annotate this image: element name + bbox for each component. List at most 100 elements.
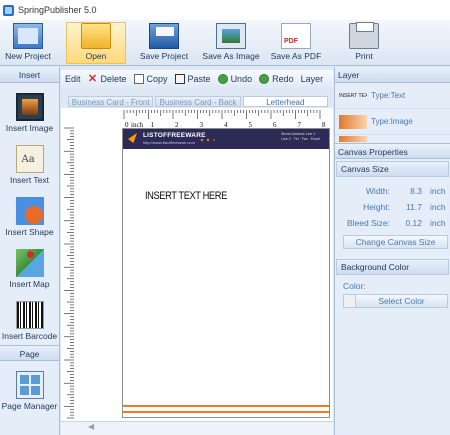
save-as-pdf-button[interactable]: Save As PDF <box>268 22 324 64</box>
layer-thumbnail: INSERT TEXT HERE <box>339 92 367 99</box>
layer-type-label: Type:Image <box>371 117 413 126</box>
bleed-unit: inch <box>430 218 446 228</box>
pdf-icon <box>281 23 311 49</box>
shape-icon <box>15 197 44 225</box>
folder-icon <box>81 23 111 49</box>
insert-text-button[interactable]: Insert Text <box>0 135 59 187</box>
contact-block: Street Address Line 1 · Line 2 · Tel · F… <box>281 132 320 141</box>
layer-item-partial[interactable] <box>335 135 450 143</box>
select-color-label: Select Color <box>378 296 425 306</box>
copy-icon <box>133 74 144 84</box>
horizontal-scrollbar[interactable]: ◀ <box>61 421 333 435</box>
paste-button[interactable]: Paste <box>174 74 211 84</box>
edit-toolbar: Edit ✕ Delete Copy Paste Undo Redo Layer <box>61 70 333 88</box>
canvas-size-section: Canvas Size <box>336 161 449 177</box>
print-button[interactable]: Print <box>334 22 394 64</box>
insert-text-label: Insert Text <box>9 175 50 185</box>
save-project-label: Save Project <box>139 51 189 61</box>
open-button[interactable]: Open <box>66 22 126 64</box>
layer-item-image[interactable]: Type:Image <box>335 109 450 135</box>
insert-map-label: Insert Map <box>9 279 50 289</box>
brand-name: LISTOFFREEWARE <box>143 132 206 139</box>
vertical-ruler <box>62 110 74 420</box>
image-icon <box>216 23 246 49</box>
height-unit: inch <box>430 202 446 212</box>
save-as-image-label: Save As Image <box>202 51 260 61</box>
bleed-label: Bleed Size: <box>347 218 390 228</box>
undo-button[interactable]: Undo <box>217 74 253 84</box>
edit-menu[interactable]: Edit <box>65 74 81 84</box>
insert-panel: Insert Insert Image Insert Text Insert S… <box>0 67 60 435</box>
paste-icon <box>174 74 185 84</box>
layer-menu[interactable]: Layer <box>301 74 324 84</box>
insert-shape-label: Insert Shape <box>5 227 54 237</box>
delete-button[interactable]: ✕ Delete <box>87 73 127 85</box>
brand-logo-icon <box>128 133 137 143</box>
new-project-icon <box>13 23 43 49</box>
new-project-button[interactable]: New Project <box>2 22 54 64</box>
redo-label: Redo <box>272 74 294 84</box>
select-color-button[interactable]: Select Color <box>343 294 448 308</box>
window-title: SpringPublisher 5.0 <box>18 5 97 15</box>
change-canvas-size-button[interactable]: Change Canvas Size <box>343 235 448 249</box>
delete-label: Delete <box>100 74 127 84</box>
insert-image-label: Insert Image <box>5 123 54 133</box>
new-project-label: New Project <box>5 51 51 61</box>
tab-business-card-back[interactable]: Business Card - Back <box>155 96 241 107</box>
redo-button[interactable]: Redo <box>259 74 294 84</box>
redo-icon <box>259 74 270 84</box>
tab-business-card-front[interactable]: Business Card - Front <box>68 96 154 107</box>
page-manager-button[interactable]: Page Manager <box>0 361 59 413</box>
delete-icon: ✕ <box>87 73 98 85</box>
save-project-button[interactable]: Save Project <box>134 22 194 64</box>
letterhead-page[interactable] <box>122 128 330 418</box>
insert-map-button[interactable]: Insert Map <box>0 239 59 291</box>
color-swatch <box>344 295 356 307</box>
width-value: 8.3 <box>410 186 422 196</box>
height-value: 11.7 <box>406 202 422 212</box>
text-icon <box>15 145 44 173</box>
insert-barcode-button[interactable]: Insert Barcode <box>0 291 59 343</box>
undo-icon <box>217 74 228 84</box>
decorative-dots <box>200 138 215 142</box>
picture-icon <box>15 93 44 121</box>
insert-barcode-label: Insert Barcode <box>1 331 58 341</box>
print-label: Print <box>355 51 373 61</box>
color-label: Color: <box>343 281 366 291</box>
layer-header: Layer <box>335 67 450 83</box>
footer-line-top <box>123 405 329 407</box>
letterhead-banner[interactable]: LISTOFFREEWARE http://www.listoffreeware… <box>123 129 329 149</box>
brand-url: http://www.listoffreeware.com <box>143 140 195 145</box>
insert-image-button[interactable]: Insert Image <box>0 83 59 135</box>
bleed-value: 0.12 <box>405 218 422 228</box>
app-icon <box>3 4 14 16</box>
insert-text-placeholder[interactable]: INSERT TEXT HERE <box>145 190 227 202</box>
copy-button[interactable]: Copy <box>133 74 168 84</box>
title-bar: SpringPublisher 5.0 <box>0 0 450 20</box>
tab-letterhead[interactable]: Letterhead <box>242 96 328 107</box>
layer-type-label: Type:Text <box>371 91 406 100</box>
layer-item-text[interactable]: INSERT TEXT HERE Type:Text <box>335 83 450 109</box>
width-unit: inch <box>430 186 446 196</box>
save-as-pdf-label: Save As PDF <box>270 51 322 61</box>
bleed-row: Bleed Size: 0.12 inch <box>335 215 450 231</box>
printer-icon <box>349 22 379 49</box>
undo-label: Undo <box>230 74 253 84</box>
width-row: Width: 8.3 inch <box>335 183 450 199</box>
ribbon-toolbar: New Project Open Save Project Save As Im… <box>0 20 450 66</box>
width-label: Width: <box>365 186 390 196</box>
horizontal-ruler: 0 1 2 3 4 5 6 7 8inch <box>123 110 326 129</box>
height-row: Height: 11.7 inch <box>335 199 450 215</box>
paste-label: Paste <box>187 74 211 84</box>
map-icon <box>15 249 44 277</box>
properties-panel: Layer INSERT TEXT HERE Type:Text Type:Im… <box>334 67 450 435</box>
save-as-image-button[interactable]: Save As Image <box>199 22 263 64</box>
insert-shape-button[interactable]: Insert Shape <box>0 187 59 239</box>
scroll-left-icon[interactable]: ◀ <box>88 422 94 431</box>
canvas-properties-header: Canvas Properties <box>335 143 450 159</box>
height-label: Height: <box>363 202 390 212</box>
page-header: Page <box>0 345 59 361</box>
document-tabs: Business Card - Front Business Card - Ba… <box>68 96 330 107</box>
page-manager-label: Page Manager <box>1 401 58 411</box>
layer-thumbnail-image <box>339 114 367 129</box>
